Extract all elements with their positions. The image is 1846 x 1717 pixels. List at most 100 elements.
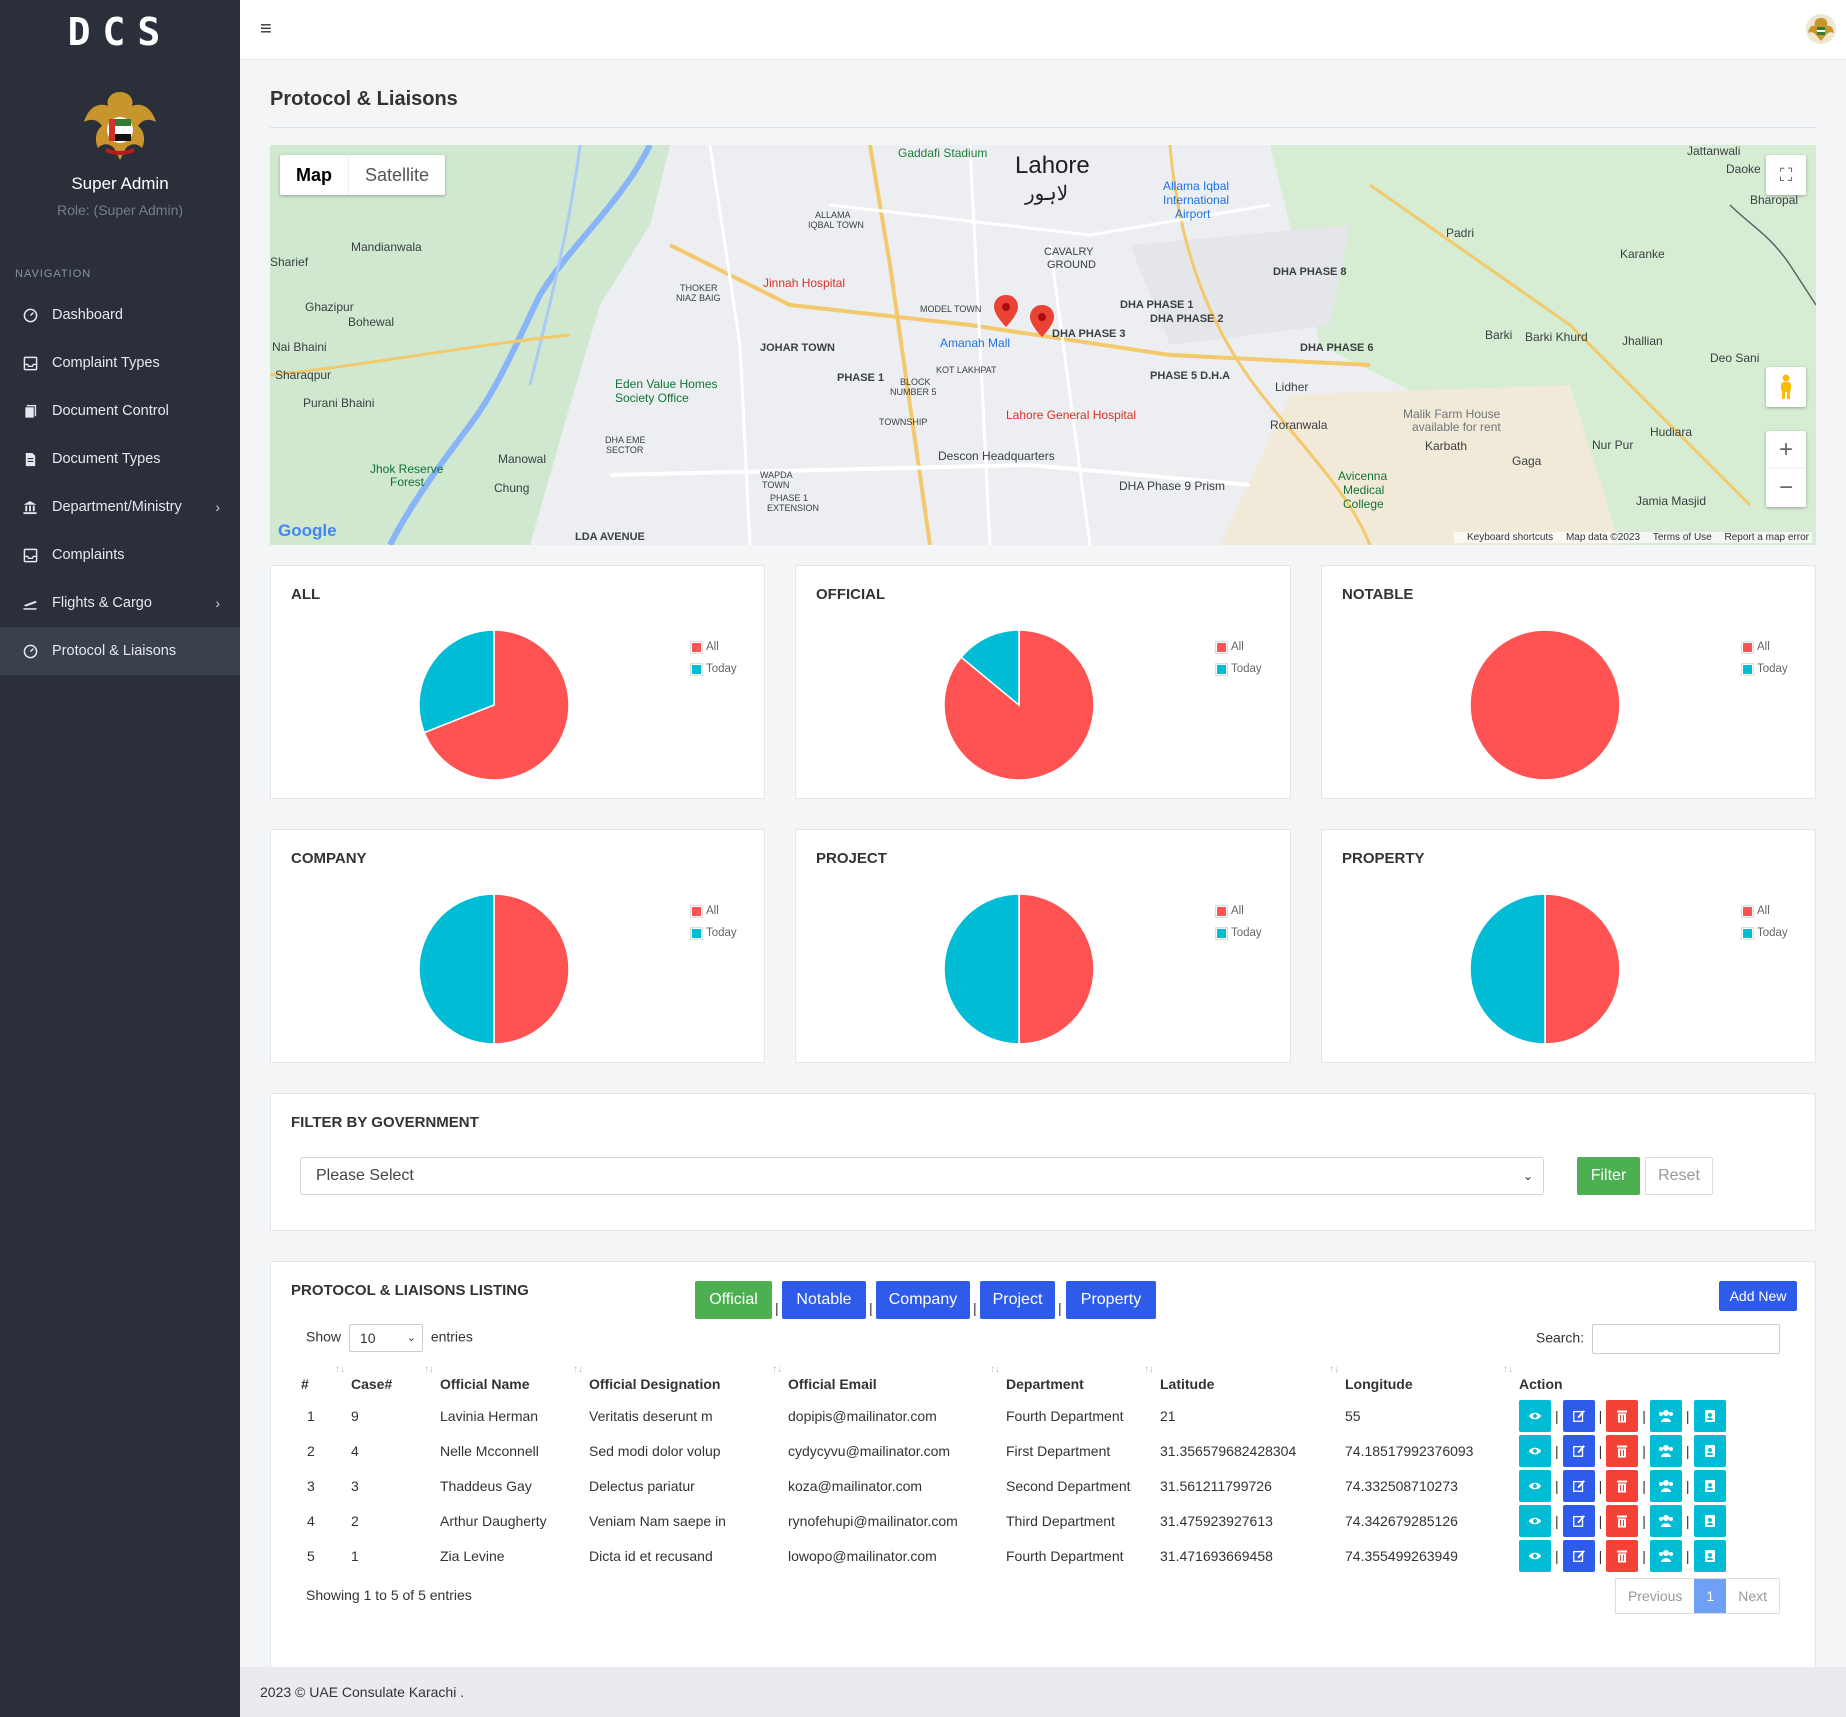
- zoom-out-icon[interactable]: −: [1766, 469, 1806, 507]
- tab-notable[interactable]: Notable: [782, 1281, 866, 1319]
- nav-item-protocol-liaisons[interactable]: Protocol & Liaisons: [0, 627, 240, 675]
- members-icon[interactable]: [1649, 1399, 1682, 1432]
- view-icon[interactable]: [1519, 1539, 1551, 1572]
- edit-icon[interactable]: [1562, 1434, 1595, 1467]
- legend-label: Today: [1757, 927, 1788, 939]
- sort-icon: ↑↓: [335, 1364, 345, 1375]
- search-input[interactable]: [1592, 1324, 1780, 1354]
- contact-card-icon[interactable]: [1693, 1539, 1726, 1572]
- members-icon[interactable]: [1649, 1539, 1682, 1572]
- legend-item-today[interactable]: Today: [690, 658, 737, 680]
- contact-card-icon[interactable]: [1693, 1469, 1726, 1502]
- filter-button[interactable]: Filter: [1577, 1157, 1640, 1195]
- view-icon[interactable]: [1519, 1399, 1551, 1432]
- column-header-longitude[interactable]: Longitude ↑↓: [1345, 1358, 1519, 1398]
- edit-icon[interactable]: [1562, 1504, 1595, 1537]
- svg-text:DHA PHASE 1: DHA PHASE 1: [1120, 299, 1194, 311]
- contact-card-icon[interactable]: [1693, 1399, 1726, 1432]
- tab-official[interactable]: Official: [695, 1281, 772, 1319]
- legend-item-all[interactable]: All: [690, 900, 737, 922]
- delete-icon[interactable]: [1606, 1434, 1639, 1467]
- legend-item-today[interactable]: Today: [690, 922, 737, 944]
- edit-icon[interactable]: [1562, 1539, 1595, 1572]
- map-type-satellite[interactable]: Satellite: [348, 155, 445, 195]
- add-new-button[interactable]: Add New: [1719, 1281, 1797, 1311]
- previous-page-button[interactable]: Previous: [1616, 1579, 1694, 1613]
- page-1-button[interactable]: 1: [1694, 1579, 1727, 1613]
- legend-item-all[interactable]: All: [1741, 900, 1788, 922]
- nav-item-department-ministry[interactable]: Department/Ministry ›: [0, 483, 240, 531]
- nav-item-flights-cargo[interactable]: Flights & Cargo ›: [0, 579, 240, 627]
- delete-icon[interactable]: [1606, 1469, 1639, 1502]
- pie-slice-all[interactable]: [493, 893, 570, 1045]
- hamburger-menu-icon[interactable]: ≡: [260, 18, 272, 41]
- terms-link[interactable]: Terms of Use: [1653, 532, 1712, 543]
- column-header-official-name[interactable]: Official Name ↑↓: [440, 1358, 589, 1398]
- app-logo[interactable]: DCS: [0, 10, 240, 54]
- fullscreen-icon[interactable]: ⛶: [1766, 155, 1806, 195]
- next-page-button[interactable]: Next: [1726, 1579, 1779, 1613]
- pegman-icon[interactable]: [1766, 367, 1806, 407]
- view-icon[interactable]: [1519, 1469, 1551, 1502]
- tab-company[interactable]: Company: [876, 1281, 970, 1319]
- legend-item-today[interactable]: Today: [1741, 658, 1788, 680]
- column-header-department[interactable]: Department ↑↓: [1006, 1358, 1160, 1398]
- pie-slice-today[interactable]: [1469, 893, 1546, 1045]
- members-icon[interactable]: [1649, 1469, 1682, 1502]
- delete-icon[interactable]: [1606, 1539, 1639, 1572]
- cell-designation: Delectus pariatur: [589, 1477, 695, 1494]
- pie-slice-all[interactable]: [1469, 629, 1621, 781]
- contact-card-icon[interactable]: [1693, 1434, 1726, 1467]
- tab-property[interactable]: Property: [1066, 1281, 1156, 1319]
- map-type-toggle[interactable]: Map Satellite: [280, 155, 446, 195]
- nav-item-complaint-types[interactable]: Complaint Types: [0, 339, 240, 387]
- map[interactable]: Lahore لاہور Gaddafi Stadium Allama Iqba…: [270, 145, 1816, 545]
- zoom-in-icon[interactable]: +: [1766, 431, 1806, 469]
- legend-item-all[interactable]: All: [1741, 636, 1788, 658]
- svg-text:THOKER: THOKER: [680, 283, 718, 293]
- avatar[interactable]: [1806, 14, 1836, 44]
- edit-icon[interactable]: [1562, 1469, 1595, 1502]
- entries-length-select[interactable]: 10 ⌄: [348, 1324, 423, 1352]
- svg-text:Lahore: Lahore: [1015, 152, 1090, 179]
- delete-icon[interactable]: [1606, 1504, 1639, 1537]
- legend-item-all[interactable]: All: [1215, 636, 1262, 658]
- nav-item-document-types[interactable]: Document Types: [0, 435, 240, 483]
- view-icon[interactable]: [1519, 1434, 1551, 1467]
- report-error-link[interactable]: Report a map error: [1725, 532, 1809, 543]
- government-select[interactable]: Please Select ⌄: [300, 1157, 1544, 1195]
- pie-slice-all[interactable]: [1544, 893, 1621, 1045]
- action-separator: |: [1642, 1512, 1646, 1529]
- nav-item-dashboard[interactable]: Dashboard: [0, 291, 240, 339]
- column-header-email[interactable]: Official Email ↑↓: [788, 1358, 1006, 1398]
- legend-item-today[interactable]: Today: [1215, 658, 1262, 680]
- svg-text:PHASE 1: PHASE 1: [770, 493, 808, 503]
- keyboard-shortcuts-link[interactable]: Keyboard shortcuts: [1467, 532, 1553, 543]
- edit-icon[interactable]: [1562, 1399, 1595, 1432]
- members-icon[interactable]: [1649, 1504, 1682, 1537]
- column-header-case[interactable]: Case# ↑↓: [351, 1358, 440, 1398]
- column-header-latitude[interactable]: Latitude ↑↓: [1160, 1358, 1345, 1398]
- nav-item-document-control[interactable]: Document Control: [0, 387, 240, 435]
- nav-item-complaints[interactable]: Complaints: [0, 531, 240, 579]
- column-header-index[interactable]: # ↑↓: [301, 1358, 351, 1398]
- members-icon[interactable]: [1649, 1434, 1682, 1467]
- cell-designation: Veniam Nam saepe in: [589, 1512, 726, 1529]
- map-type-map[interactable]: Map: [280, 155, 348, 195]
- legend-item-today[interactable]: Today: [1215, 922, 1262, 944]
- legend-item-all[interactable]: All: [690, 636, 737, 658]
- action-separator: |: [1598, 1477, 1603, 1494]
- column-header-designation[interactable]: Official Designation ↑↓: [589, 1358, 788, 1398]
- pie-slice-today[interactable]: [943, 893, 1020, 1045]
- reset-button[interactable]: Reset: [1645, 1157, 1713, 1195]
- tab-project[interactable]: Project: [980, 1281, 1055, 1319]
- table-header-row: # ↑↓ Case# ↑↓ Official Name ↑↓ Official Des…: [301, 1358, 1779, 1398]
- contact-card-icon[interactable]: [1693, 1504, 1726, 1537]
- legend-item-today[interactable]: Today: [1741, 922, 1788, 944]
- pie-slice-today[interactable]: [418, 893, 495, 1045]
- legend-item-all[interactable]: All: [1215, 900, 1262, 922]
- pie-slice-all[interactable]: [1018, 893, 1095, 1045]
- view-icon[interactable]: [1519, 1504, 1551, 1537]
- map-canvas[interactable]: Lahore لاہور Gaddafi Stadium Allama Iqba…: [270, 145, 1816, 545]
- delete-icon[interactable]: [1606, 1399, 1639, 1432]
